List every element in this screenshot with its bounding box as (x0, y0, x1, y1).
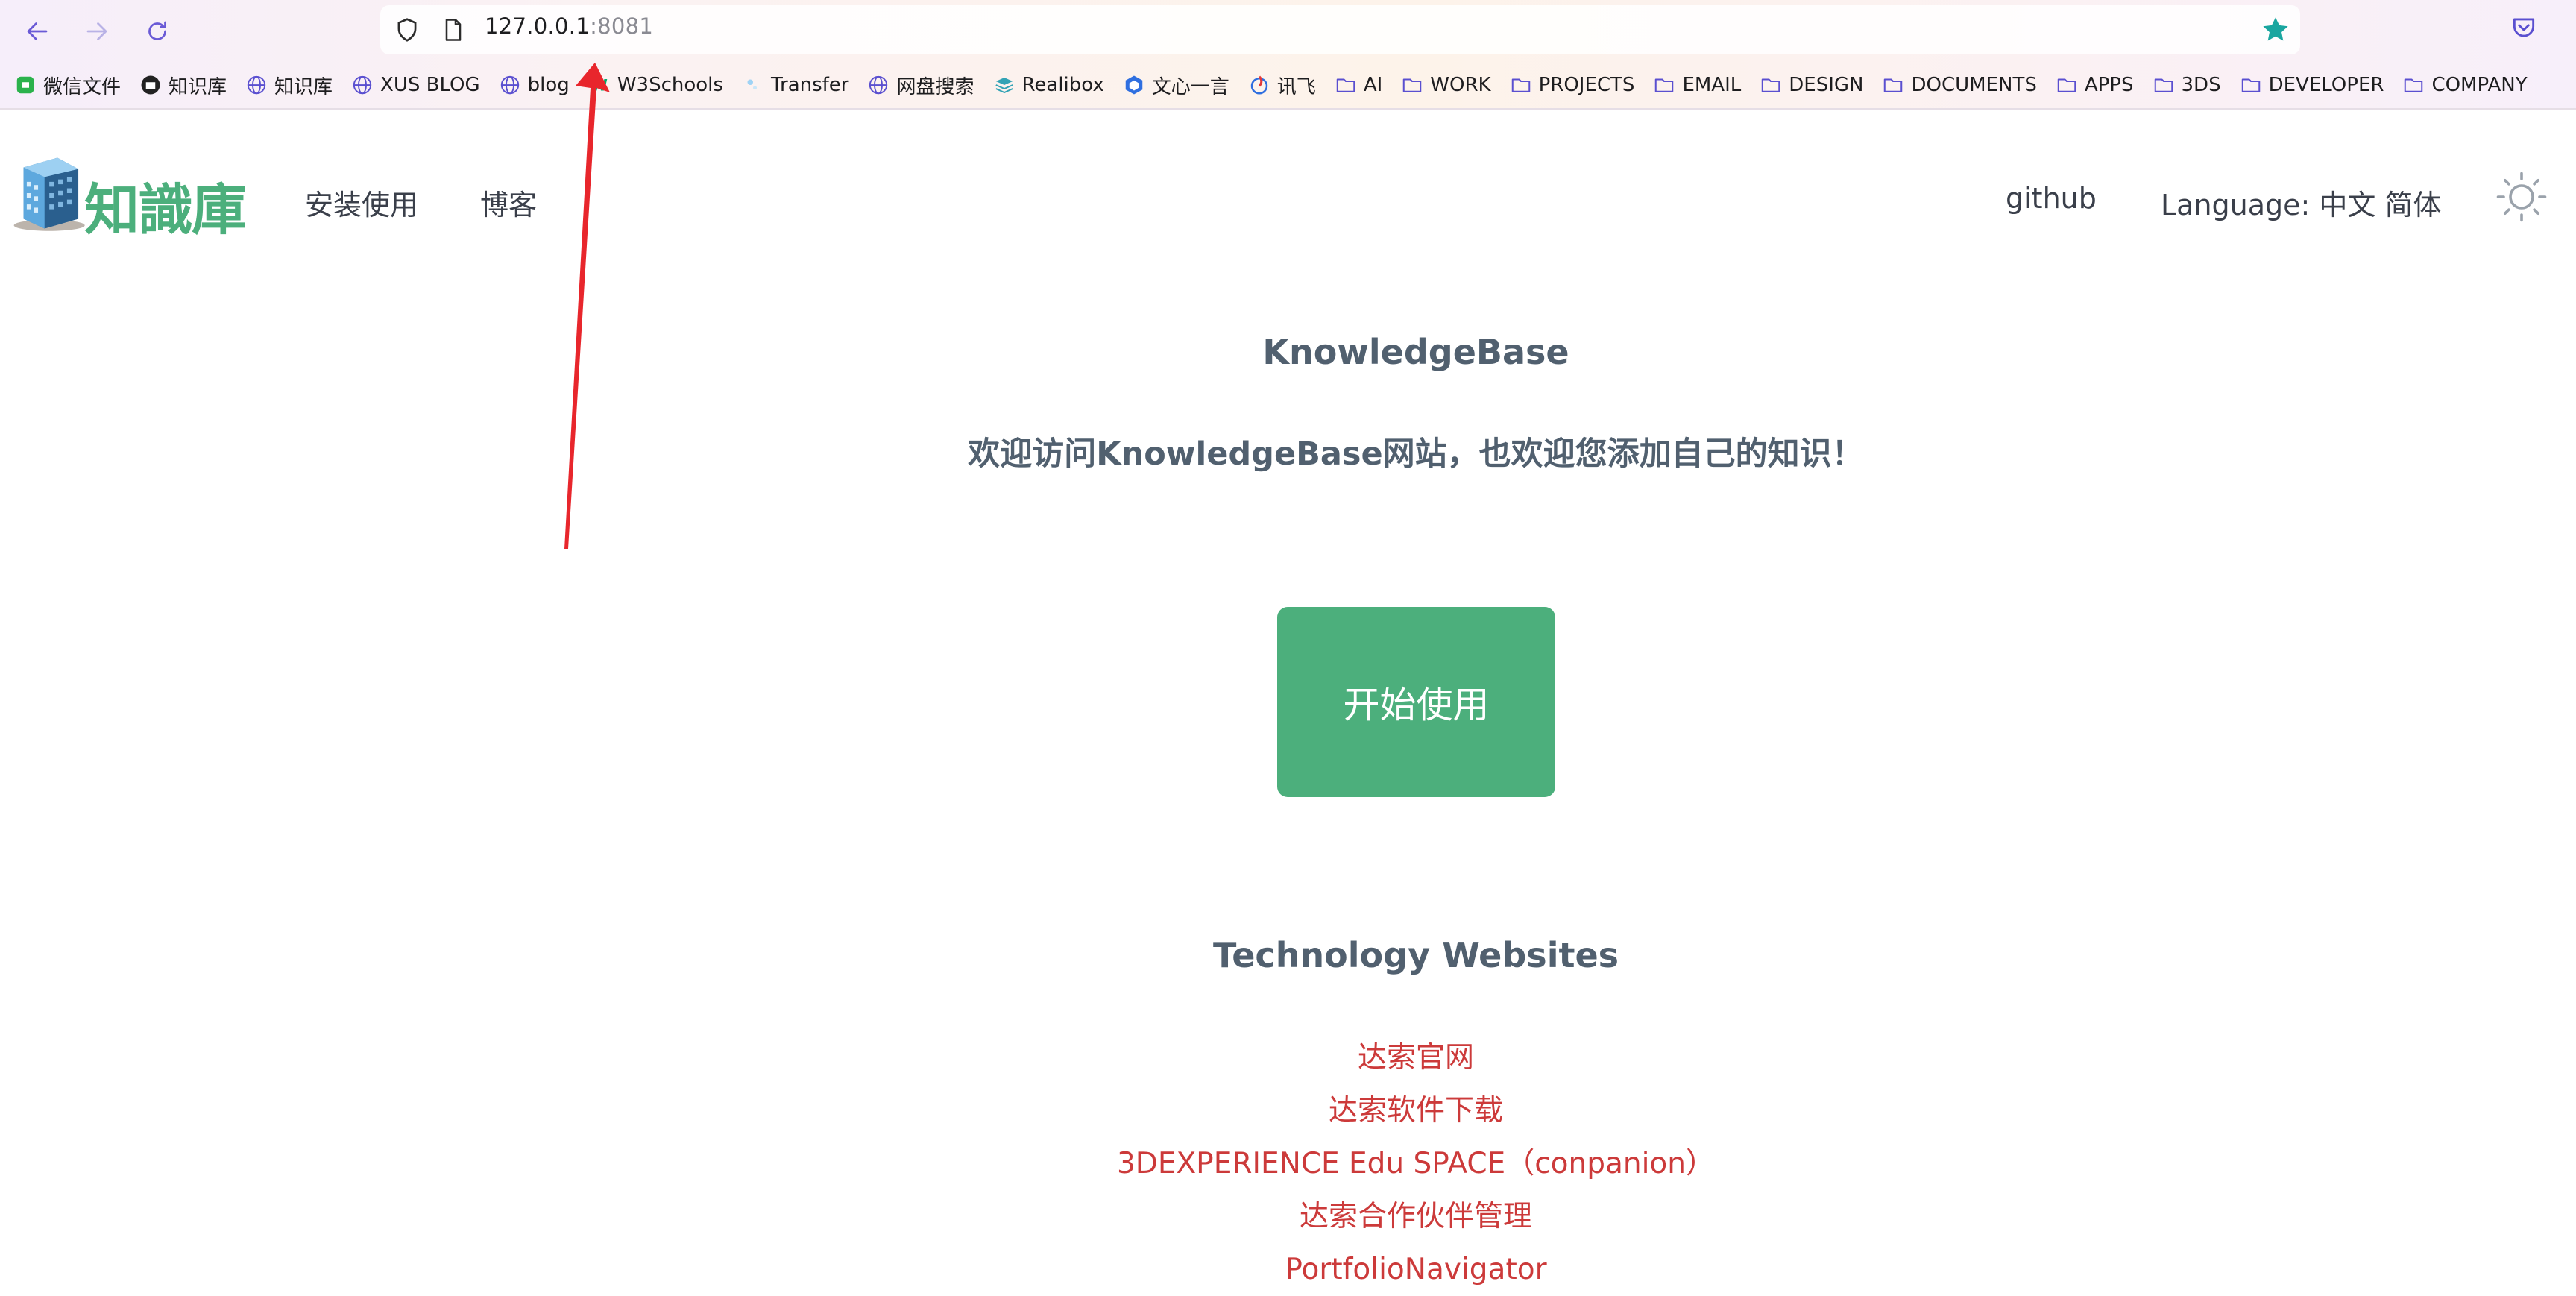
tech-link[interactable]: 达索官网 (0, 1031, 2576, 1084)
back-arrow-icon (27, 22, 48, 40)
bookmark-label: DESIGN (1789, 74, 1864, 96)
bookmark-item[interactable]: 知识库 (139, 72, 227, 99)
nav-install[interactable]: 安装使用 (305, 182, 418, 223)
welcome-text: 欢迎访问KnowledgeBase网站，也欢迎您添加自己的知识！ (968, 435, 1864, 473)
url-host: 127.0.0.1 (485, 13, 591, 39)
tech-links-list: 达索官网 达索软件下载 3DEXPERIENCE Edu SPACE（conpa… (0, 1031, 2576, 1296)
bookmark-item[interactable]: DOCUMENTS (1881, 73, 2037, 97)
page-icon (445, 19, 462, 41)
svg-text:W: W (590, 77, 607, 95)
language-selector[interactable]: Language: 中文 简体 (2161, 182, 2442, 223)
bookmark-label: 微信文件 (43, 75, 122, 98)
bookmark-item[interactable]: 知识库 (245, 72, 333, 99)
bookmark-item[interactable]: DEVELOPER (2239, 73, 2384, 97)
globe-icon (350, 73, 374, 97)
start-button[interactable]: 开始使用 (1277, 607, 1555, 797)
globe-icon (866, 73, 890, 97)
nav-github[interactable]: github (2006, 182, 2097, 215)
bookmark-label: 知识库 (169, 75, 227, 98)
bookmark-item[interactable]: EMAIL (1652, 73, 1741, 97)
xunfei-icon (1247, 73, 1271, 97)
bookmark-label: DEVELOPER (2268, 74, 2384, 96)
url-port: :8081 (590, 13, 654, 39)
tech-link[interactable]: 达索软件下载 (0, 1084, 2576, 1137)
nav-blog[interactable]: 博客 (480, 182, 537, 223)
folder-icon (2055, 73, 2079, 97)
bookmark-label: 讯飞 (1276, 75, 1316, 98)
forward-button[interactable] (76, 10, 118, 52)
tech-link[interactable]: PortfolioNavigator (0, 1243, 2576, 1296)
bookmark-item[interactable]: 讯飞 (1247, 72, 1316, 99)
w3schools-icon: W (588, 73, 611, 97)
pocket-icon[interactable] (2510, 13, 2538, 42)
bookmark-label: COMPANY (2431, 74, 2528, 96)
realibox-icon (992, 73, 1016, 97)
folder-icon (1334, 73, 1358, 97)
folder-icon (1652, 73, 1676, 97)
bookmark-item[interactable]: 微信文件 (13, 72, 121, 99)
bookmark-item[interactable]: WORK (1400, 73, 1491, 97)
reload-button[interactable] (136, 10, 178, 52)
folder-icon (1400, 73, 1424, 97)
shield-icon[interactable] (393, 16, 421, 44)
bookmark-item[interactable]: blog (498, 73, 570, 97)
bookmark-label: DOCUMENTS (1911, 74, 2037, 96)
folder-icon (1759, 73, 1783, 97)
reload-icon (148, 21, 166, 40)
bookmark-item[interactable]: 3DS (2152, 73, 2221, 97)
bookmark-label: PROJECTS (1538, 74, 1635, 96)
bookmark-item[interactable]: Realibox (992, 73, 1104, 97)
bookmark-label: W3Schools (617, 74, 723, 96)
folder-icon (2402, 73, 2425, 97)
folder-icon (1509, 73, 1533, 97)
bookmark-label: EMAIL (1682, 74, 1742, 96)
folder-icon (1881, 73, 1905, 97)
bookmark-label: 文心一言 (1151, 75, 1229, 98)
globe-icon (245, 73, 268, 97)
hero-title: KnowledgeBase (1262, 332, 1569, 372)
address-bar[interactable] (380, 5, 2300, 54)
transfer-icon (741, 73, 765, 97)
theme-toggle-sun-icon[interactable] (2495, 170, 2548, 224)
bookmark-label: AI (1363, 74, 1383, 96)
tech-link[interactable]: 达索合作伙伴管理 (0, 1190, 2576, 1243)
bookmark-label: Transfer (770, 74, 849, 96)
bookmark-label: 知识库 (274, 75, 333, 98)
tech-link[interactable]: 3DEXPERIENCE Edu SPACE（conpanion） (0, 1137, 2576, 1190)
bookmark-label: 3DS (2181, 74, 2221, 96)
bookmarks-bar: 微信文件 知识库 知识库 XUS BLOG blog W W3Schools Transfer… (13, 69, 2571, 101)
bookmark-item[interactable]: 文心一言 (1122, 72, 1229, 99)
bookmark-star-icon[interactable] (2260, 14, 2291, 45)
bookmark-item[interactable]: APPS (2055, 73, 2134, 97)
folder-icon (2239, 73, 2263, 97)
wechat-files-icon (13, 73, 37, 97)
folder-icon (2152, 73, 2176, 97)
tech-websites-title: Technology Websites (1212, 935, 1619, 975)
bookmark-label: blog (527, 74, 570, 96)
bookmark-label: Realibox (1021, 74, 1104, 96)
bookmark-label: 网盘搜索 (896, 75, 974, 98)
url-text[interactable]: 127.0.0.1:8081 (485, 13, 653, 39)
wenxin-icon (1122, 73, 1146, 97)
forward-arrow-icon (86, 22, 107, 40)
building-logo-icon (13, 157, 85, 231)
bookmark-item[interactable]: DESIGN (1759, 73, 1863, 97)
bookmark-item[interactable]: PROJECTS (1509, 73, 1635, 97)
site-brand[interactable]: 知識庫 (84, 166, 247, 245)
knowledge-base-logo-icon (139, 73, 163, 97)
bookmark-label: WORK (1430, 74, 1491, 96)
bookmark-item[interactable]: 网盘搜索 (866, 72, 974, 99)
bookmark-label: APPS (2084, 74, 2134, 96)
bookmark-item[interactable]: XUS BLOG (350, 73, 480, 97)
bookmark-label: XUS BLOG (380, 74, 480, 96)
bookmark-item[interactable]: COMPANY (2402, 73, 2528, 97)
bookmark-item[interactable]: AI (1334, 73, 1382, 97)
browser-toolbar: 127.0.0.1:8081 微信文件 知识库 知识库 XUS BLOG blog W W3… (0, 0, 2576, 110)
bookmark-item[interactable]: Transfer (741, 73, 849, 97)
bookmark-item[interactable]: W W3Schools (588, 73, 723, 97)
back-button[interactable] (16, 10, 58, 52)
globe-icon (498, 73, 522, 97)
